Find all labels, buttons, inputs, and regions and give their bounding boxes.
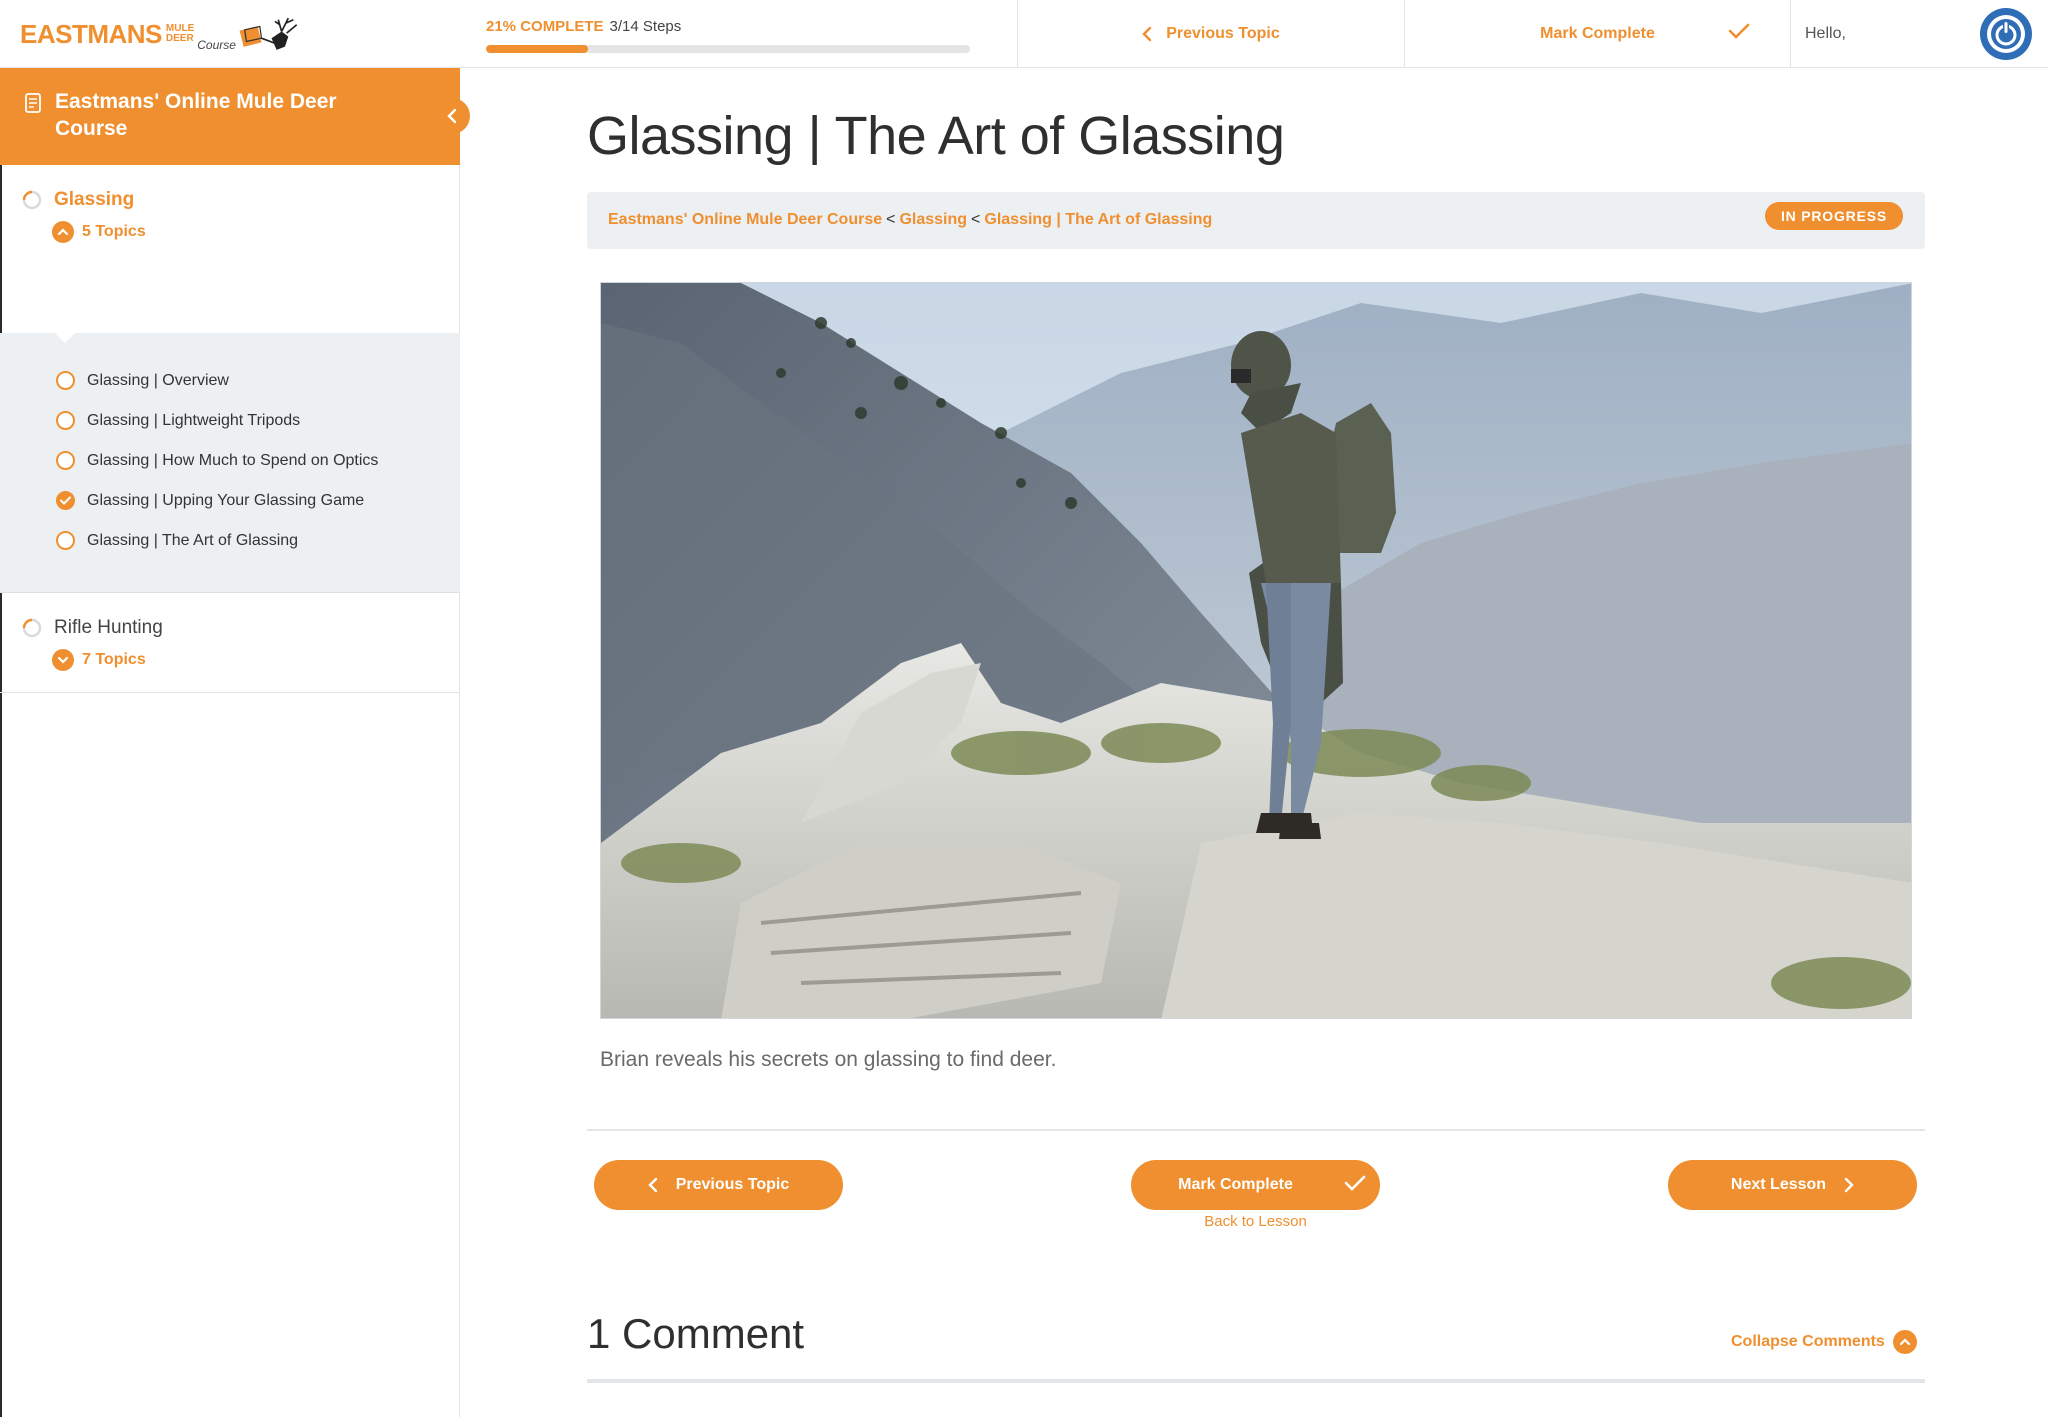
in-progress-icon bbox=[22, 190, 42, 210]
breadcrumb-lesson-link[interactable]: Glassing bbox=[899, 211, 967, 228]
topic-item[interactable]: Glassing | The Art of Glassing bbox=[56, 531, 298, 550]
lesson-hero-image bbox=[600, 282, 1912, 1019]
breadcrumb-topic-link[interactable]: Glassing | The Art of Glassing bbox=[984, 211, 1212, 228]
hello-text: Hello, bbox=[1805, 24, 1846, 42]
logo-wordmark: EASTMANS bbox=[20, 18, 162, 49]
power-icon bbox=[1987, 15, 2025, 53]
logout-power-button[interactable] bbox=[1980, 8, 2032, 60]
chevron-down-icon bbox=[52, 649, 74, 671]
topic-item[interactable]: Glassing | How Much to Spend on Optics bbox=[56, 451, 378, 470]
progress-bar-fill bbox=[486, 45, 588, 53]
breadcrumb-course-link[interactable]: Eastmans' Online Mule Deer Course bbox=[608, 211, 882, 228]
lesson-caption: Brian reveals his secrets on glassing to… bbox=[600, 1048, 1057, 1071]
breadcrumb-bar: Eastmans' Online Mule Deer Course < Glassi… bbox=[587, 192, 1925, 249]
completed-check-icon bbox=[56, 491, 75, 510]
topic-status-circle bbox=[56, 411, 75, 430]
status-badge: IN PROGRESS bbox=[1764, 202, 1903, 230]
course-sidebar: Eastmans' Online Mule Deer Course Glassi… bbox=[0, 68, 470, 1417]
course-progress: 21% COMPLETE 3/14 Steps bbox=[486, 18, 970, 53]
comments-divider bbox=[587, 1379, 1925, 1383]
collapse-comments-button[interactable]: Collapse Comments bbox=[1731, 1330, 1917, 1354]
page-title: Glassing | The Art of Glassing bbox=[587, 106, 1285, 166]
topic-title: Glassing | Lightweight Tripods bbox=[87, 411, 301, 429]
lesson-glassing: Glassing 5 Topics bbox=[0, 165, 460, 333]
chevron-up-icon bbox=[1892, 1330, 1917, 1354]
logo-mule-deer: MULE DEER bbox=[166, 24, 194, 44]
logo-deer: DEER bbox=[165, 33, 194, 44]
top-previous-topic-label: Previous Topic bbox=[1166, 24, 1280, 42]
previous-topic-button[interactable]: Previous Topic bbox=[594, 1160, 843, 1210]
breadcrumb-separator: < bbox=[886, 211, 896, 228]
next-lesson-button[interactable]: Next Lesson bbox=[1668, 1160, 1917, 1210]
breadcrumb-separator: < bbox=[971, 211, 981, 228]
topic-title: Glassing | Upping Your Glassing Game bbox=[87, 491, 365, 509]
next-lesson-label: Next Lesson bbox=[1730, 1176, 1827, 1193]
document-icon bbox=[25, 93, 41, 113]
logo-course: Course bbox=[197, 38, 236, 52]
top-mark-complete-button[interactable]: Mark Complete bbox=[1404, 0, 1790, 67]
lesson-glassing-title: Glassing bbox=[54, 189, 135, 210]
lesson-rifle-hunting-title: Rifle Hunting bbox=[54, 617, 163, 638]
collapse-sidebar-button[interactable] bbox=[434, 98, 470, 134]
topic-title: Glassing | Overview bbox=[87, 371, 229, 389]
chevron-left-icon bbox=[648, 1177, 657, 1193]
lesson-glassing-link[interactable]: Glassing bbox=[22, 189, 134, 211]
progress-percent: 21% COMPLETE bbox=[486, 18, 604, 35]
rifle-hunting-topics-count: 7 Topics bbox=[82, 651, 146, 668]
course-title: Eastmans' Online Mule Deer Course bbox=[55, 90, 337, 140]
checkmark-icon bbox=[1728, 23, 1750, 39]
back-to-lesson-link[interactable]: Back to Lesson bbox=[1131, 1213, 1380, 1230]
topic-status-circle bbox=[56, 451, 75, 470]
collapse-comments-label: Collapse Comments bbox=[1731, 1333, 1885, 1350]
topic-status-circle bbox=[56, 531, 75, 550]
rifle-hunting-topics-toggle[interactable]: 7 Topics bbox=[52, 649, 146, 671]
mark-complete-button[interactable]: Mark Complete bbox=[1131, 1160, 1380, 1210]
progress-bar bbox=[486, 45, 970, 53]
chevron-left-icon bbox=[447, 108, 457, 124]
topic-status-circle bbox=[56, 371, 75, 390]
lesson-rifle-hunting-link[interactable]: Rifle Hunting bbox=[22, 617, 163, 639]
top-mark-complete-label: Mark Complete bbox=[1540, 24, 1655, 42]
progress-steps: 3/14 Steps bbox=[609, 18, 682, 35]
glassing-topics-toggle[interactable]: 5 Topics bbox=[52, 221, 146, 243]
topic-item[interactable]: Glassing | Lightweight Tripods bbox=[56, 411, 300, 430]
in-progress-icon bbox=[22, 618, 42, 638]
top-bar: EASTMANS MULE DEER Course 21% COMPLETE 3/… bbox=[0, 0, 2048, 68]
content-divider bbox=[587, 1129, 1925, 1131]
topic-list-pointer bbox=[54, 332, 76, 343]
topic-title: Glassing | The Art of Glassing bbox=[87, 531, 299, 549]
mark-complete-label: Mark Complete bbox=[1178, 1176, 1293, 1193]
breadcrumb: Eastmans' Online Mule Deer Course < Glassi… bbox=[608, 211, 1212, 229]
checkmark-icon bbox=[1344, 1175, 1366, 1191]
topic-item[interactable]: Glassing | Upping Your Glassing Game bbox=[56, 491, 364, 510]
topic-title: Glassing | How Much to Spend on Optics bbox=[87, 451, 379, 469]
hunter-glassing-mountains-image bbox=[601, 283, 1911, 1018]
chevron-up-icon bbox=[52, 221, 74, 243]
chevron-left-icon bbox=[1142, 26, 1152, 41]
deer-head-icon bbox=[239, 17, 298, 50]
eastmans-logo[interactable]: EASTMANS MULE DEER Course bbox=[20, 8, 300, 60]
lesson-rifle-hunting: Rifle Hunting 7 Topics bbox=[0, 593, 460, 693]
previous-topic-label: Previous Topic bbox=[675, 1176, 790, 1193]
topic-item[interactable]: Glassing | Overview bbox=[56, 371, 229, 390]
glassing-topic-list: Glassing | Overview Glassing | Lightweig… bbox=[0, 332, 460, 593]
glassing-topics-count: 5 Topics bbox=[82, 223, 146, 240]
top-previous-topic-button[interactable]: Previous Topic bbox=[1017, 0, 1404, 67]
user-greeting: Hello, bbox=[1790, 0, 2048, 67]
course-header[interactable]: Eastmans' Online Mule Deer Course bbox=[0, 68, 470, 165]
comments-heading: 1 Comment bbox=[587, 1310, 805, 1357]
chevron-right-icon bbox=[1844, 1177, 1854, 1193]
